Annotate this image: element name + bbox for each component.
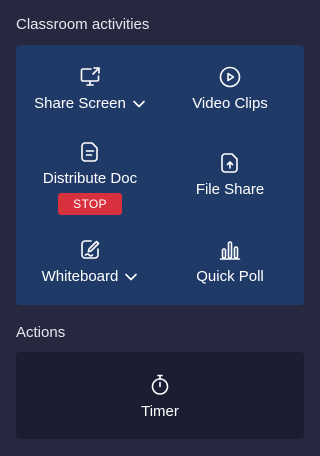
stop-distribute-button[interactable]: STOP (58, 193, 122, 215)
monitor-share-icon (80, 67, 100, 86)
video-clips-label: Video Clips (192, 95, 268, 112)
file-upload-icon (221, 153, 238, 173)
actions-title: Actions (16, 324, 66, 341)
pen-board-icon (81, 240, 100, 259)
bar-chart-icon (219, 241, 241, 260)
video-clips-button[interactable]: Video Clips (156, 65, 304, 112)
distribute-doc-button[interactable]: Distribute Doc STOP (16, 140, 164, 215)
quick-poll-button[interactable]: Quick Poll (156, 238, 304, 285)
chevron-down-icon[interactable] (124, 270, 138, 284)
whiteboard-button[interactable]: Whiteboard (16, 238, 164, 285)
timer-button[interactable]: Timer (16, 373, 304, 420)
chevron-down-icon[interactable] (132, 97, 146, 111)
whiteboard-label: Whiteboard (41, 268, 119, 285)
share-screen-label: Share Screen (34, 95, 126, 112)
stopwatch-icon (151, 374, 169, 395)
distribute-doc-label: Distribute Doc (42, 170, 138, 187)
quick-poll-label: Quick Poll (196, 268, 264, 285)
timer-label: Timer (141, 403, 179, 420)
classroom-activities-title: Classroom activities (16, 16, 150, 33)
file-share-label: File Share (195, 181, 265, 198)
file-share-button[interactable]: File Share (156, 151, 304, 198)
actions-panel: Timer (16, 352, 304, 439)
share-screen-button[interactable]: Share Screen (16, 65, 164, 112)
play-circle-icon (219, 66, 241, 88)
classroom-activities-panel: Share Screen Video Clips Distribute Doc … (16, 45, 304, 305)
document-icon (81, 142, 98, 162)
